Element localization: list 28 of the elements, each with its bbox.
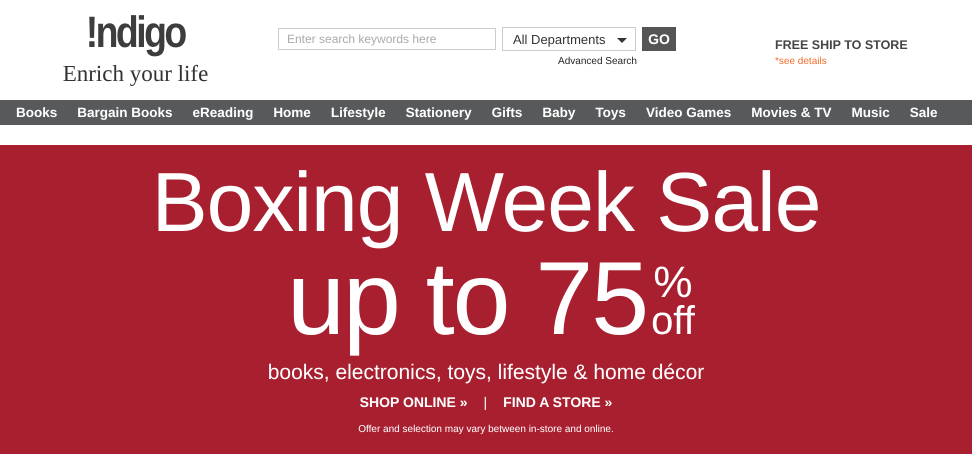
nav-link[interactable]: Lifestyle	[330, 105, 386, 120]
search-field[interactable]: Enter search keywords here	[278, 28, 496, 50]
promo-title: FREE SHIP TO STORE	[775, 38, 908, 52]
nav-link[interactable]: Music	[852, 105, 890, 120]
nav-link[interactable]: Baby	[542, 105, 576, 120]
nav-link[interactable]: eReading	[192, 105, 254, 120]
banner-subtitle: books, electronics, toys, lifestyle & home décor	[268, 361, 704, 385]
go-button[interactable]: GO	[642, 27, 676, 51]
nav-link[interactable]: Gifts	[492, 105, 522, 120]
nav-link[interactable]: Stationery	[406, 105, 472, 120]
percent-sign: %	[653, 263, 692, 303]
department-dropdown[interactable]: All Departments	[502, 27, 636, 51]
nav-link[interactable]: Home	[273, 105, 311, 120]
banner-link[interactable]: FIND A STORE »	[503, 394, 612, 410]
nav-link[interactable]: Sale	[910, 105, 938, 120]
advanced-search-link[interactable]: Advanced Search	[558, 56, 637, 67]
nav-link[interactable]: Video Games	[646, 105, 732, 120]
tagline: Enrich your life	[62, 61, 208, 87]
nav-link[interactable]: Books	[16, 105, 58, 120]
nav-link[interactable]: Toys	[595, 105, 626, 120]
nav-link[interactable]: Bargain Books	[77, 105, 173, 120]
caret-icon	[617, 38, 627, 43]
logo[interactable]: !ndigo	[86, 10, 185, 56]
link-separator: |	[484, 394, 488, 410]
banner-link[interactable]: SHOP ONLINE »	[360, 394, 468, 410]
off-text: off	[651, 303, 695, 339]
nav-link[interactable]: Movies & TV	[751, 105, 832, 120]
fine-print: Offer and selection may vary between in-store and online.	[358, 424, 614, 435]
